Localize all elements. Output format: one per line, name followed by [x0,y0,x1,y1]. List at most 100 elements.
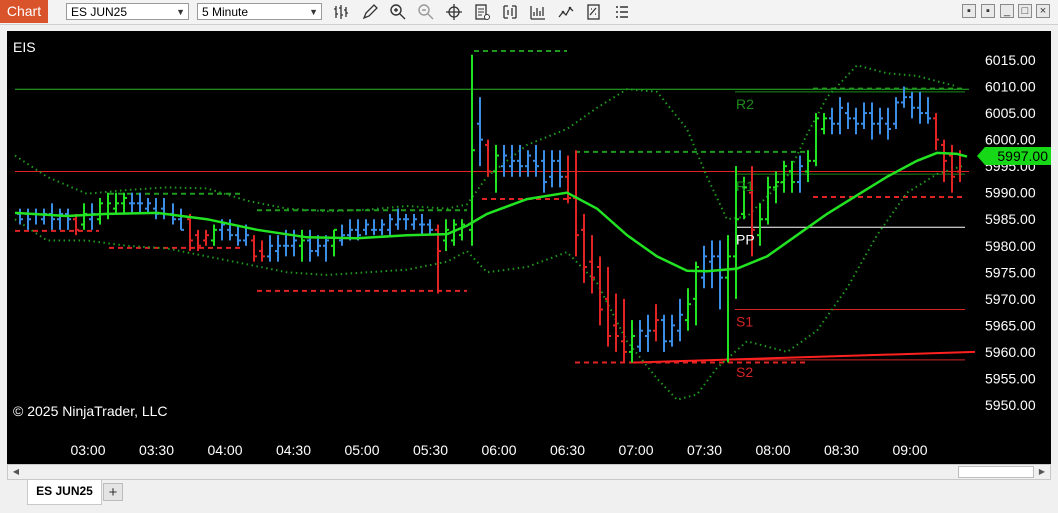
price-bar [331,228,337,257]
data-box-icon[interactable] [501,3,519,21]
s2-label: S2 [736,364,753,380]
y-tick-label: 5965.00 [985,317,1036,333]
price-bar [371,219,377,236]
price-bar [549,150,555,188]
price-bar [669,314,675,347]
y-tick-label: 5960.00 [985,344,1036,360]
price-bar [379,219,385,236]
price-bar [153,198,159,220]
price-bar [853,107,859,135]
price-bar [89,203,95,230]
price-bar [339,224,345,246]
price-bar [17,208,23,225]
y-tick-label: 5980.00 [985,238,1036,254]
price-bar [509,144,515,177]
price-bar [121,192,127,214]
r1-label: R1 [736,178,754,194]
scroll-left-icon[interactable]: ◀ [9,466,23,478]
x-tick-label: 07:30 [687,442,722,458]
price-bar [203,229,209,246]
price-bar [933,113,939,151]
zoom-out-icon[interactable] [417,3,435,21]
price-bar [621,298,627,363]
x-tick-label: 04:00 [207,442,242,458]
horizontal-scrollbar[interactable]: ◀ ▶ [7,464,1051,480]
lower-band-line [14,165,963,401]
price-chart[interactable]: R2R1PPS1S2 6015.006010.006005.006000.005… [7,31,1051,464]
strategies-icon[interactable] [557,3,575,21]
price-bar [645,314,651,352]
maximize-button[interactable]: □ [1018,4,1032,18]
y-tick-label: 5955.00 [985,370,1036,386]
more-icon[interactable] [613,3,631,21]
price-bar [765,176,771,225]
price-bar [81,203,87,230]
copyright-label: © 2025 NinjaTrader, LLC [13,403,168,419]
price-bar [653,304,659,342]
toolbar: Chart ES JUN25 ▼ 5 Minute ▼ ▪ ▪ _ □ × [0,0,1058,25]
price-bar [25,208,31,230]
price-bar [403,213,409,230]
price-bar [145,198,151,214]
price-bar [41,208,47,225]
price-bar [901,86,907,108]
price-bar [57,208,63,230]
price-bar [677,298,683,342]
y-tick-label: 6015.00 [985,52,1036,68]
properties-icon[interactable] [473,3,491,21]
price-bar [469,54,475,246]
zoom-in-icon[interactable] [389,3,407,21]
pin-window-button[interactable]: ▪ [981,4,995,18]
price-bar [861,102,867,129]
y-tick-label: 5985.00 [985,211,1036,227]
price-bar [757,203,763,246]
indicators-icon[interactable] [529,3,547,21]
price-bar [949,144,955,193]
price-bar [877,107,883,135]
price-bar [821,113,827,135]
scroll-thumb[interactable] [958,466,1034,478]
chart-panel[interactable]: R2 R1 PP S1 S2 6015.00 6010.00 6005.00 6000.00 5… [7,31,1051,464]
price-bar [113,192,119,214]
price-bar [187,213,193,252]
instrument-selector[interactable]: ES JUN25 ▼ [66,3,189,20]
price-bar [869,102,875,140]
chart-trader-icon[interactable] [585,3,603,21]
price-bar [709,240,715,289]
draw-icon[interactable] [361,3,379,21]
price-bar [161,198,167,220]
s1-label: S1 [736,314,753,330]
x-tick-label: 04:30 [276,442,311,458]
add-tab-button[interactable]: + [103,483,123,501]
tab-es-jun25[interactable]: ES JUN25 [27,480,102,505]
last-price-tag: 5997.00 [977,146,1051,165]
price-bar [178,208,184,231]
y-tick-label: 6010.00 [985,79,1036,95]
interval-selector[interactable]: 5 Minute ▼ [197,3,322,20]
price-bar [477,97,483,167]
price-bar [533,144,539,177]
price-bar [299,229,305,262]
crosshair-icon[interactable] [445,3,463,21]
price-bar [387,213,393,236]
price-bar [105,192,111,220]
price-bar [637,320,643,352]
x-tick-label: 08:00 [755,442,790,458]
chevron-down-icon: ▼ [176,7,185,17]
close-button[interactable]: × [1036,4,1050,18]
x-tick-label: 05:00 [344,442,379,458]
x-tick-label: 03:30 [139,442,174,458]
tab-bar: ES JUN25 + [0,480,1058,513]
minimize-button[interactable]: _ [1000,4,1014,18]
bar-type-icon[interactable] [332,3,350,21]
price-bar [137,192,143,214]
price-bar [517,144,523,177]
price-bar [97,198,103,225]
price-bar [685,288,691,331]
price-bar [267,235,273,262]
price-bar [65,208,71,230]
instrument-value: ES JUN25 [71,5,128,19]
tile-window-button[interactable]: ▪ [962,4,976,18]
x-tick-label: 07:00 [618,442,653,458]
scroll-right-icon[interactable]: ▶ [1035,466,1049,478]
